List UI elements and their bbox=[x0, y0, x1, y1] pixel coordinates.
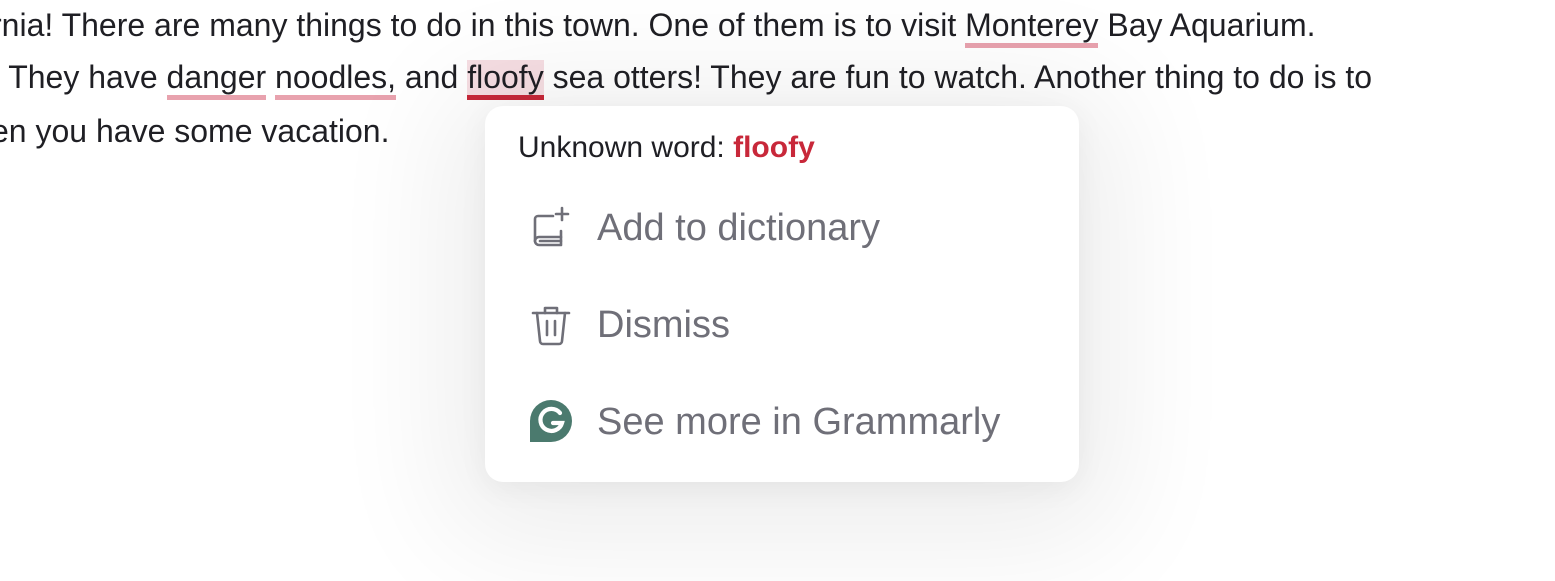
popup-header: Unknown word: floofy bbox=[518, 130, 815, 166]
text-segment: and bbox=[396, 59, 468, 95]
trash-icon bbox=[529, 302, 575, 348]
text-line-1: rnia! There are many things to do in thi… bbox=[0, 5, 1315, 48]
text-line-2: . They have danger noodles, and floofy s… bbox=[0, 57, 1372, 100]
grammarly-logo-icon bbox=[529, 399, 575, 445]
dismiss-label: Dismiss bbox=[597, 303, 730, 346]
see-more-in-grammarly-button[interactable]: See more in Grammarly bbox=[529, 394, 1000, 450]
text-segment: sea otters! They are fun to watch. Anoth… bbox=[543, 59, 1373, 95]
flagged-word-monterey[interactable]: Monterey bbox=[965, 8, 1099, 48]
flagged-word-danger[interactable]: danger bbox=[166, 60, 267, 100]
text-segment bbox=[266, 59, 275, 95]
text-line-3: en you have some vacation. bbox=[0, 111, 389, 151]
text-segment: Bay Aquarium. bbox=[1098, 7, 1316, 43]
add-to-dictionary-button[interactable]: Add to dictionary bbox=[529, 200, 880, 256]
suggestion-popup: Unknown word: floofy Add to dictionary D bbox=[485, 106, 1079, 482]
flagged-word-floofy[interactable]: floofy bbox=[467, 60, 544, 100]
add-to-dictionary-icon bbox=[529, 205, 575, 251]
see-more-label: See more in Grammarly bbox=[597, 400, 1001, 443]
unknown-word: floofy bbox=[733, 131, 815, 164]
unknown-word-label: Unknown word: bbox=[518, 131, 734, 164]
add-to-dictionary-label: Add to dictionary bbox=[597, 206, 881, 249]
text-segment: en you have some vacation. bbox=[0, 113, 390, 149]
dismiss-button[interactable]: Dismiss bbox=[529, 297, 730, 353]
text-segment: . They have bbox=[0, 59, 167, 95]
text-segment: rnia! There are many things to do in thi… bbox=[0, 7, 966, 43]
flagged-word-noodles[interactable]: noodles, bbox=[275, 60, 397, 100]
